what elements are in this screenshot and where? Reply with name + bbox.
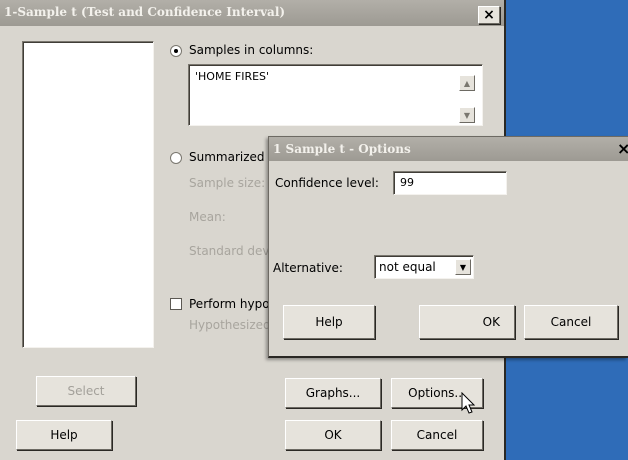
samples-columns-field[interactable]: 'HOME FIRES' ▲ ▼ [188,64,483,126]
main-help-button[interactable]: Help [16,420,112,450]
options-help-button[interactable]: Help [283,305,375,339]
main-ok-button[interactable]: OK [285,420,381,450]
alternative-select[interactable]: not equal ▼ [374,255,474,279]
options-ok-button[interactable]: OK [419,305,515,339]
alternative-dropdown-button[interactable]: ▼ [455,259,471,275]
select-button[interactable]: Select [36,376,136,406]
summarized-data-radio[interactable] [170,152,182,164]
close-icon: × [483,7,495,23]
scroll-up-icon: ▲ [463,78,471,88]
scroll-up-button[interactable]: ▲ [459,75,475,91]
main-titlebar: 1-Sample t (Test and Confidence Interval… [0,0,504,26]
options-button-label: Options... [408,386,466,400]
variables-listbox[interactable] [22,41,154,348]
options-dialog: 1 Sample t - Options × Confidence level:… [268,136,628,358]
confidence-level-label: Confidence level: [275,176,379,190]
confidence-level-value: 99 [400,176,414,189]
options-titlebar: 1 Sample t - Options × [269,137,628,161]
options-cancel-button[interactable]: Cancel [524,305,618,339]
samples-in-columns-label: Samples in columns: [189,43,314,57]
alternative-value: not equal [379,260,436,274]
main-close-button[interactable]: × [478,6,500,24]
standard-deviation-label: Standard devi [189,244,273,258]
options-title: 1 Sample t - Options [273,142,411,156]
samples-columns-value: 'HOME FIRES' [195,70,270,83]
chevron-down-icon: ▼ [459,262,467,272]
perform-hypothesis-test-checkbox[interactable] [170,298,182,310]
confidence-level-input[interactable]: 99 [393,171,507,195]
sample-size-label: Sample size: [189,176,266,190]
graphs-button[interactable]: Graphs... [285,378,381,408]
main-cancel-button[interactable]: Cancel [391,420,483,450]
alternative-label: Alternative: [273,261,343,275]
main-title: 1-Sample t (Test and Confidence Interval… [4,5,286,19]
scroll-down-icon: ▼ [463,110,471,120]
summarized-data-label: Summarized d [189,150,276,164]
perform-hypothesis-test-label: Perform hypo [189,297,270,311]
scroll-down-button[interactable]: ▼ [459,107,475,123]
mean-label: Mean: [189,210,226,224]
hypothesized-mean-label: Hypothesized [189,318,271,332]
mouse-cursor-icon [461,392,476,414]
samples-in-columns-radio[interactable] [170,45,182,57]
options-close-icon[interactable]: × [617,139,628,158]
